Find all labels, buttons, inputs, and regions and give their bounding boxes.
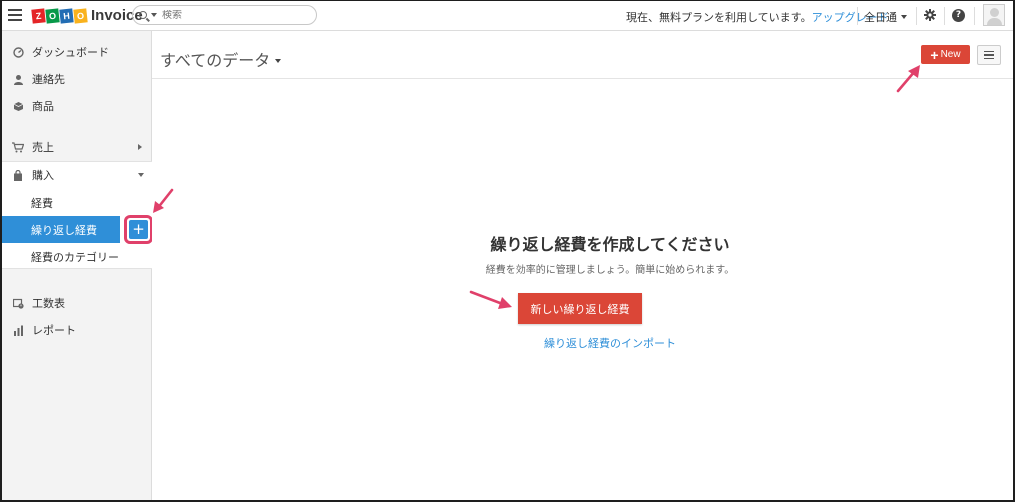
- new-button-label: New: [940, 49, 961, 60]
- reports-icon: [12, 324, 24, 336]
- sidebar-item-label: 工数表: [32, 297, 65, 310]
- empty-state-title: 繰り返し経費を作成してください: [490, 235, 730, 254]
- contacts-icon: [12, 73, 24, 85]
- header-divider: [152, 78, 1013, 79]
- logo-letter-z: Z: [31, 7, 46, 24]
- sidebar-item-label: 連絡先: [32, 73, 65, 86]
- divider: [916, 7, 917, 25]
- items-icon: [12, 100, 24, 112]
- plan-text: 現在、無料プランを利用しています。: [626, 11, 812, 24]
- sidebar-item-dashboard[interactable]: ダッシュボード: [2, 39, 152, 65]
- view-title: すべてのデータ: [160, 51, 271, 70]
- new-recurring-expense-button[interactable]: 新しい繰り返し経費: [518, 293, 642, 324]
- app-window: Z O H O Invoice 現在、無料プランを利用しています。アップグレード…: [0, 0, 1015, 502]
- avatar[interactable]: [983, 4, 1005, 26]
- logo-letter-o2: O: [73, 7, 88, 24]
- gear-icon[interactable]: [924, 9, 936, 21]
- bag-icon: [12, 169, 24, 181]
- sidebar-item-contacts[interactable]: 連絡先: [2, 66, 152, 92]
- plan-notice: 現在、無料プランを利用しています。アップグレード: [626, 9, 889, 25]
- search-icon[interactable]: [139, 11, 147, 19]
- sidebar-item-reports[interactable]: レポート: [2, 317, 152, 343]
- sidebar: ダッシュボード 連絡先 商品 売上 購入 経費 繰り返し経費 経費のカテゴリー …: [2, 31, 153, 500]
- top-bar: Z O H O Invoice 現在、無料プランを利用しています。アップグレード…: [2, 1, 1013, 31]
- avatar-body: [987, 18, 1002, 25]
- add-highlight: +: [124, 215, 153, 244]
- chevron-down-icon: [138, 173, 144, 177]
- sidebar-subitem-expense-categories[interactable]: 経費のカテゴリー: [2, 243, 152, 270]
- sidebar-item-label: 商品: [32, 100, 54, 113]
- import-recurring-expenses-link: 繰り返し経費のインポート: [152, 335, 1013, 351]
- divider: [974, 7, 975, 25]
- new-button[interactable]: + New: [921, 45, 970, 64]
- hamburger-menu-icon[interactable]: [8, 9, 22, 21]
- view-selector[interactable]: すべてのデータ: [160, 47, 282, 71]
- sidebar-item-label: 売上: [32, 141, 54, 154]
- import-link-label[interactable]: 繰り返し経費のインポート: [544, 337, 676, 350]
- org-switcher[interactable]: 全日通: [864, 9, 907, 25]
- chevron-down-icon: [275, 58, 282, 63]
- sidebar-item-purchases[interactable]: 購入: [2, 162, 152, 188]
- sidebar-item-items[interactable]: 商品: [2, 93, 152, 119]
- search-box[interactable]: [132, 5, 317, 25]
- more-options-button[interactable]: [977, 45, 1001, 65]
- sidebar-item-label: ダッシュボード: [32, 46, 109, 59]
- org-name: 全日通: [864, 11, 897, 24]
- sidebar-subitem-recurring-expenses[interactable]: 繰り返し経費: [2, 216, 120, 243]
- sidebar-item-label: レポート: [32, 324, 76, 337]
- avatar-head: [990, 8, 999, 17]
- cart-icon: [12, 141, 24, 153]
- empty-state-description: 経費を効率的に管理しましょう。簡単に始められます。: [485, 265, 735, 276]
- search-input[interactable]: [162, 9, 302, 21]
- zoho-invoice-logo[interactable]: Z O H O Invoice: [31, 7, 143, 24]
- divider: [944, 7, 945, 25]
- sidebar-subitem-label: 繰り返し経費: [31, 223, 97, 237]
- logo-letter-o: O: [45, 7, 60, 24]
- sidebar-subitem-label: 経費のカテゴリー: [31, 250, 119, 264]
- main-content: すべてのデータ + New 繰り返し経費を作成してください 経費を効率的に管理し…: [152, 31, 1013, 500]
- help-icon[interactable]: ?: [952, 9, 965, 22]
- timesheet-icon: [12, 297, 24, 309]
- sidebar-item-label: 購入: [32, 169, 54, 182]
- dashboard-icon: [12, 46, 24, 58]
- chevron-right-icon: [138, 144, 142, 150]
- divider: [857, 7, 858, 25]
- add-recurring-expense-button[interactable]: +: [129, 220, 148, 239]
- chevron-down-icon[interactable]: [151, 13, 157, 17]
- plus-icon: +: [930, 46, 939, 63]
- sidebar-subitem-label: 経費: [31, 196, 53, 210]
- chevron-down-icon: [901, 15, 907, 19]
- sidebar-item-timesheet[interactable]: 工数表: [2, 290, 152, 316]
- sidebar-subitem-expenses[interactable]: 経費: [2, 189, 152, 216]
- logo-letter-h: H: [59, 7, 74, 24]
- sidebar-item-sales[interactable]: 売上: [2, 134, 152, 160]
